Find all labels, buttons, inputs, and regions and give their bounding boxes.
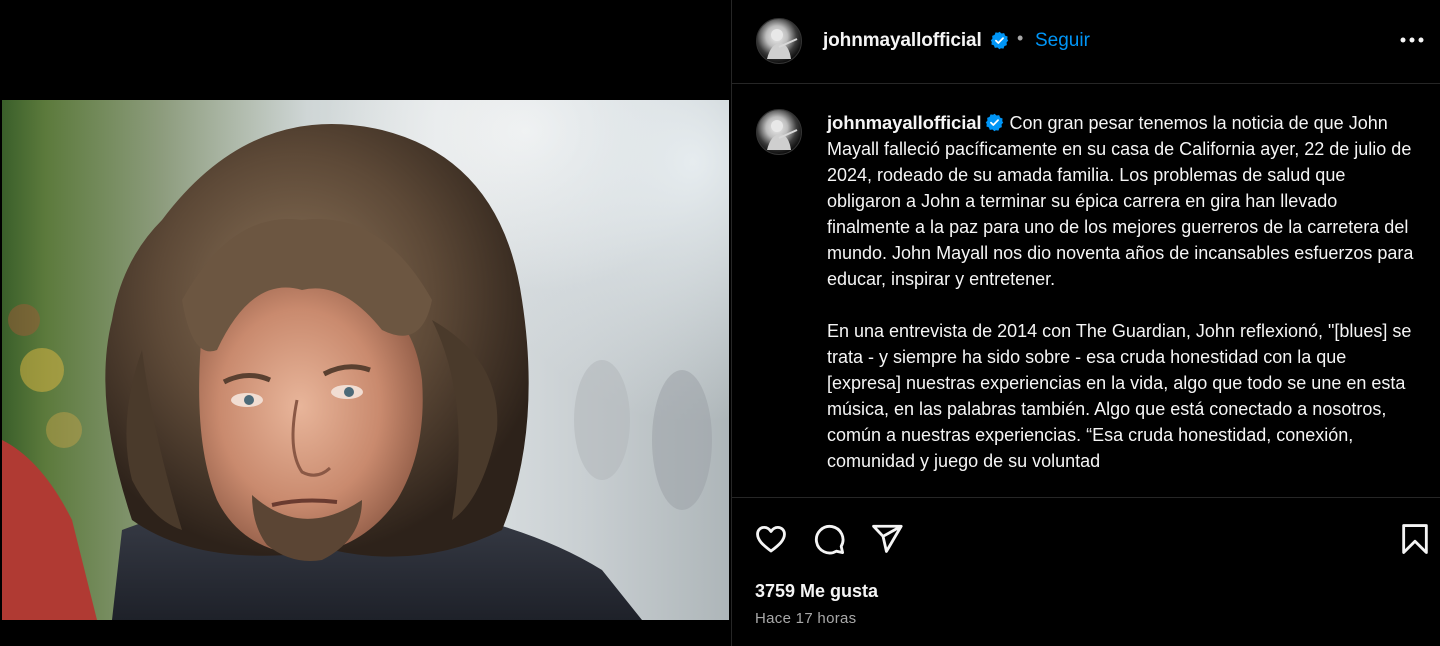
caption-paragraph-1: Con gran pesar tenemos la noticia de que… bbox=[827, 113, 1414, 289]
follow-button[interactable]: Seguir bbox=[1035, 30, 1090, 52]
post-actions: 3759 Me gusta Hace 17 horas bbox=[732, 497, 1440, 646]
bookmark-icon[interactable] bbox=[1398, 522, 1432, 556]
post-media-pane bbox=[0, 0, 731, 646]
post-header: johnmayallofficial • Seguir bbox=[732, 0, 1440, 84]
more-options-icon[interactable] bbox=[1398, 30, 1426, 50]
send-icon[interactable] bbox=[870, 522, 904, 556]
comment-icon[interactable] bbox=[812, 522, 846, 556]
caption-text: johnmayallofficial Con gran pesar tenemo… bbox=[827, 110, 1417, 474]
post-side-pane: johnmayallofficial • Seguir johnmayallof… bbox=[731, 0, 1440, 646]
verified-badge-icon bbox=[990, 31, 1009, 50]
author-avatar[interactable] bbox=[756, 18, 802, 64]
header-separator: • bbox=[1017, 28, 1024, 48]
caption-username[interactable]: johnmayallofficial bbox=[827, 112, 982, 133]
author-username[interactable]: johnmayallofficial bbox=[823, 30, 982, 52]
post-photo[interactable] bbox=[2, 100, 729, 620]
likes-count[interactable]: 3759 Me gusta bbox=[755, 581, 878, 602]
avatar-image bbox=[767, 29, 798, 59]
caption-author-avatar[interactable] bbox=[756, 109, 802, 155]
avatar-image bbox=[767, 120, 798, 150]
heart-icon[interactable] bbox=[754, 522, 788, 556]
caption-area[interactable]: johnmayallofficial Con gran pesar tenemo… bbox=[732, 85, 1440, 497]
verified-badge-icon bbox=[986, 113, 1004, 132]
caption-paragraph-2: En una entrevista de 2014 con The Guardi… bbox=[827, 321, 1412, 471]
portrait-illustration bbox=[2, 124, 712, 620]
post-timestamp[interactable]: Hace 17 horas bbox=[755, 610, 856, 627]
